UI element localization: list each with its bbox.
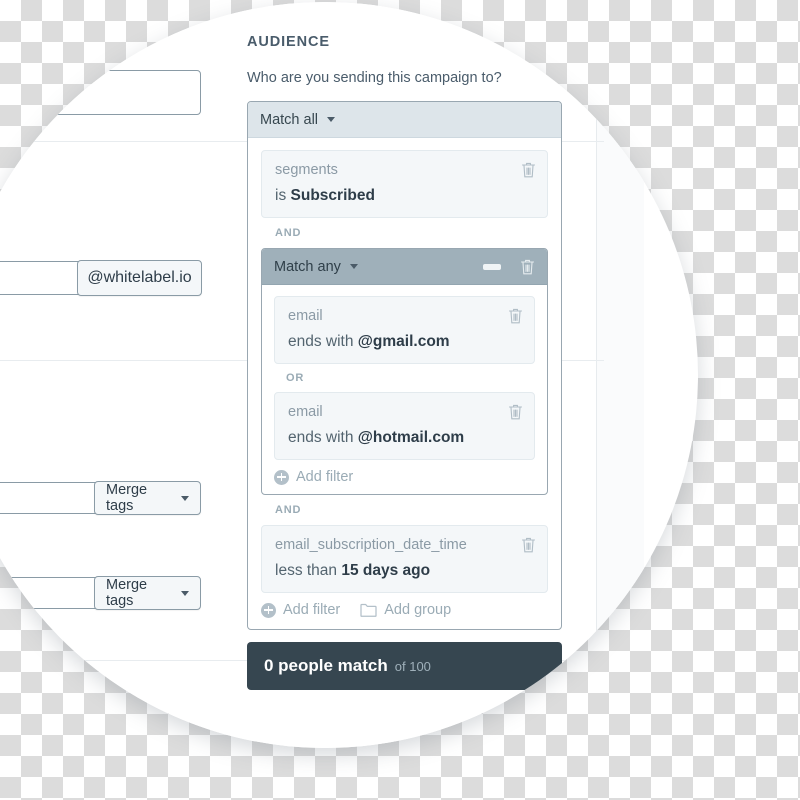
filter-operator: less than xyxy=(275,562,338,579)
minimize-icon[interactable] xyxy=(483,263,501,270)
filter-operator: ends with xyxy=(288,429,354,446)
delete-filter-icon[interactable] xyxy=(508,307,523,324)
text-field-1[interactable] xyxy=(0,482,100,514)
merge-tags-label-2: Merge tags xyxy=(106,577,148,609)
chevron-down-icon xyxy=(181,495,189,501)
delete-group-icon[interactable] xyxy=(520,258,535,275)
match-total: of 100 xyxy=(394,658,431,674)
filter-row-segments[interactable]: segments is Subscribed xyxy=(261,150,548,218)
screenshot-root: @whitelabel.io Merge tags Merge tags AUD… xyxy=(0,0,800,800)
filter-field-label: email xyxy=(288,308,323,324)
filter-operator: ends with xyxy=(288,333,354,350)
subject-input[interactable] xyxy=(0,70,201,115)
filter-value: @gmail.com xyxy=(357,333,450,350)
match-all-header[interactable]: Match all xyxy=(248,102,561,138)
filter-field-label: segments xyxy=(275,162,338,178)
scene: @whitelabel.io Merge tags Merge tags AUD… xyxy=(0,2,698,748)
plus-circle-icon xyxy=(274,469,289,485)
add-filter-button[interactable]: Add filter xyxy=(261,602,340,618)
filter-value: 15 days ago xyxy=(341,562,431,579)
filter-condition: ends with @hotmail.com xyxy=(288,429,521,447)
right-rail xyxy=(596,2,644,748)
chevron-down-icon[interactable] xyxy=(349,264,358,269)
filter-value: Subscribed xyxy=(290,187,375,204)
builder-body: segments is Subscribed AND Match any ema… xyxy=(248,138,561,629)
add-group-button[interactable]: Add group xyxy=(360,602,451,618)
delete-filter-icon[interactable] xyxy=(508,403,523,420)
filter-field-label: email_subscription_date_time xyxy=(275,537,467,553)
circular-lens-mask: @whitelabel.io Merge tags Merge tags AUD… xyxy=(0,2,698,748)
match-count: 0 people match xyxy=(264,656,388,675)
filter-condition: is Subscribed xyxy=(275,187,534,205)
chevron-down-icon xyxy=(181,590,189,596)
email-domain-addon: @whitelabel.io xyxy=(77,260,202,296)
filter-value: @hotmail.com xyxy=(357,429,465,446)
builder-actions: Add filter Add group xyxy=(261,593,548,618)
text-field-2[interactable] xyxy=(0,577,100,609)
email-domain-addon-label: @whitelabel.io xyxy=(87,269,192,286)
nested-group-match-any: Match any email ends with @gmail.com OR … xyxy=(261,248,548,495)
add-filter-label: Add filter xyxy=(296,469,354,485)
match-summary-bar: 0 people match of 100 xyxy=(247,642,562,690)
page-title: AUDIENCE xyxy=(247,34,330,50)
nested-group-actions: Add filter xyxy=(274,460,535,485)
merge-tags-label-1: Merge tags xyxy=(106,482,148,514)
match-any-header[interactable]: Match any xyxy=(262,249,547,285)
folder-icon xyxy=(360,603,377,617)
nested-group-body: email ends with @gmail.com OR email ends… xyxy=(262,285,547,494)
plus-circle-icon xyxy=(261,602,276,618)
segment-builder-panel: Match all segments is Subscribed AND Mat… xyxy=(247,101,562,630)
conjunction-or: OR xyxy=(286,372,305,384)
filter-operator: is xyxy=(275,187,287,204)
merge-tags-button-1[interactable]: Merge tags xyxy=(94,481,201,515)
audience-section: AUDIENCE Who are you sending this campai… xyxy=(247,34,577,690)
filter-row-subscription-date[interactable]: email_subscription_date_time less than 1… xyxy=(261,525,548,593)
filter-condition: less than 15 days ago xyxy=(275,562,534,580)
conjunction-and-1: AND xyxy=(275,227,302,239)
filter-field-label: email xyxy=(288,404,323,420)
add-filter-label: Add filter xyxy=(283,602,341,618)
match-any-label: Match any xyxy=(274,258,341,275)
delete-filter-icon[interactable] xyxy=(521,536,536,553)
conjunction-and-2: AND xyxy=(275,504,302,516)
filter-row-email-hotmail[interactable]: email ends with @hotmail.com xyxy=(274,392,535,460)
delete-filter-icon[interactable] xyxy=(521,161,536,178)
filter-row-email-gmail[interactable]: email ends with @gmail.com xyxy=(274,296,535,364)
add-filter-button-nested[interactable]: Add filter xyxy=(274,469,353,485)
filter-condition: ends with @gmail.com xyxy=(288,333,521,351)
match-all-label: Match all xyxy=(260,111,319,128)
chevron-down-icon[interactable] xyxy=(327,117,336,122)
section-subtitle: Who are you sending this campaign to? xyxy=(247,70,502,86)
add-group-label: Add group xyxy=(384,602,452,618)
merge-tags-button-2[interactable]: Merge tags xyxy=(94,576,201,610)
